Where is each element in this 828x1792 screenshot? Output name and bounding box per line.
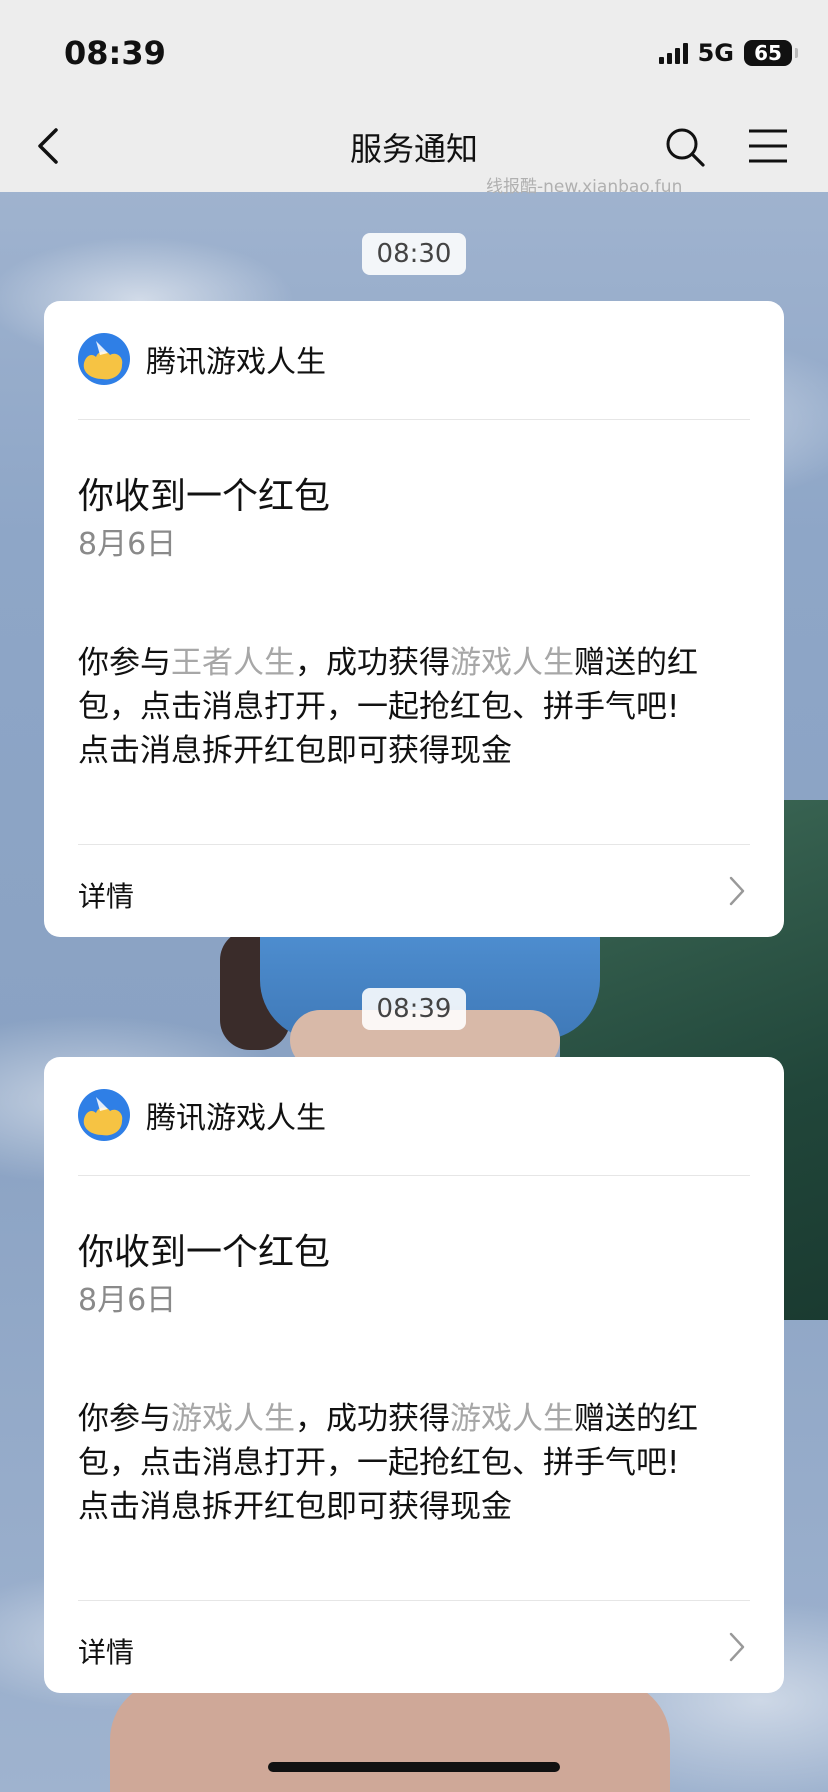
search-icon[interactable] <box>664 126 706 168</box>
notification-card[interactable]: 腾讯游戏人生 你收到一个红包 8月6日 你参与游戏人生，成功获得游戏人生赠送的红… <box>44 1057 784 1693</box>
body-highlight-sender: 游戏人生 <box>450 645 574 681</box>
message-timestamp: 08:30 <box>362 233 466 275</box>
chevron-right-icon <box>729 1632 745 1662</box>
card-body: 你参与王者人生，成功获得游戏人生赠送的红包，点击消息打开，一起抢红包、拼手气吧!… <box>78 641 758 773</box>
home-indicator[interactable] <box>268 1762 560 1772</box>
card-date: 8月6日 <box>78 527 177 562</box>
body-highlight-sender: 游戏人生 <box>450 1401 574 1437</box>
top-bar: 08:39 5G 65 服务通知 线报酷-new.xianbao.fun <box>0 0 828 197</box>
chevron-right-icon <box>729 876 745 906</box>
app-logo-icon <box>78 1089 130 1141</box>
body-mid: ，成功获得 <box>295 645 450 681</box>
cellular-signal-icon <box>658 42 688 64</box>
card-date: 8月6日 <box>78 1283 177 1318</box>
background-figure-legs <box>110 1680 670 1792</box>
card-divider <box>78 1600 750 1601</box>
notification-card[interactable]: 腾讯游戏人生 你收到一个红包 8月6日 你参与王者人生，成功获得游戏人生赠送的红… <box>44 301 784 937</box>
card-body: 你参与游戏人生，成功获得游戏人生赠送的红包，点击消息打开，一起抢红包、拼手气吧!… <box>78 1397 758 1529</box>
card-divider <box>78 1175 750 1176</box>
body-line-2: 点击消息拆开红包即可获得现金 <box>78 1489 512 1525</box>
message-timestamp: 08:39 <box>362 988 466 1030</box>
app-name: 腾讯游戏人生 <box>146 345 326 380</box>
network-type: 5G <box>697 39 734 67</box>
body-line-2: 点击消息拆开红包即可获得现金 <box>78 733 512 769</box>
card-header: 腾讯游戏人生 <box>78 333 326 385</box>
watermark-text: 线报酷-new.xianbao.fun <box>486 177 683 197</box>
status-time: 08:39 <box>64 34 166 72</box>
detail-link[interactable]: 详情 <box>78 1631 134 1671</box>
body-mid: ，成功获得 <box>295 1401 450 1437</box>
app-name: 腾讯游戏人生 <box>146 1101 326 1136</box>
detail-link[interactable]: 详情 <box>78 875 134 915</box>
app-logo-icon <box>78 333 130 385</box>
battery-icon: 65 <box>744 40 798 66</box>
menu-icon[interactable] <box>748 128 788 164</box>
body-highlight-activity: 王者人生 <box>171 645 295 681</box>
card-divider <box>78 844 750 845</box>
body-prefix: 你参与 <box>78 1401 171 1437</box>
card-header: 腾讯游戏人生 <box>78 1089 326 1141</box>
card-divider <box>78 419 750 420</box>
body-highlight-activity: 游戏人生 <box>171 1401 295 1437</box>
card-title: 你收到一个红包 <box>78 476 331 517</box>
body-prefix: 你参与 <box>78 645 171 681</box>
card-title: 你收到一个红包 <box>78 1232 331 1273</box>
status-indicators: 5G 65 <box>658 38 798 68</box>
